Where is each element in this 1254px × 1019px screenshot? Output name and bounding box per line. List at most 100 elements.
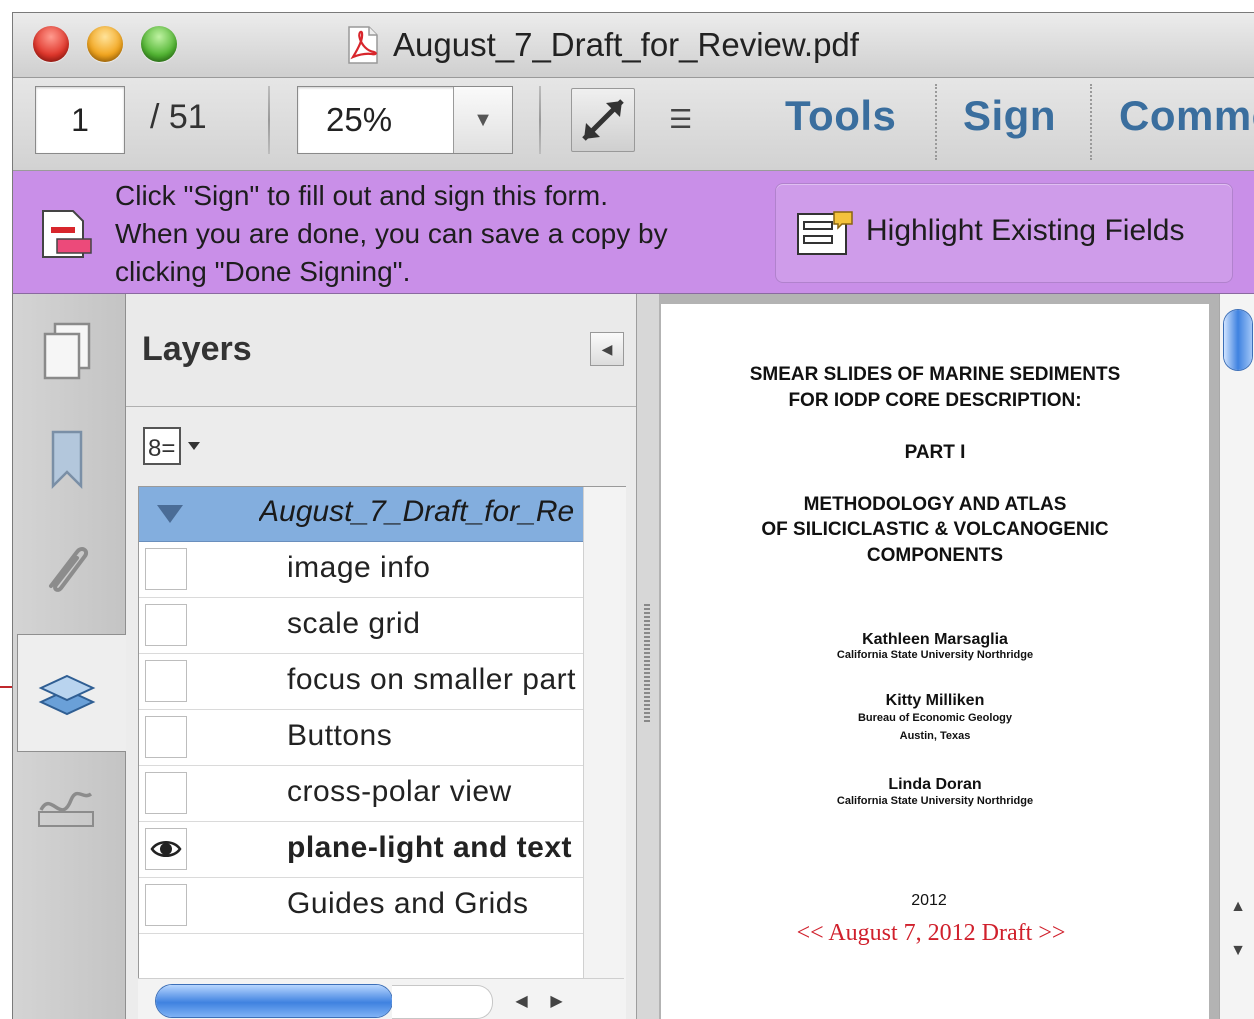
horizontal-scroll-track[interactable] [392, 985, 493, 1019]
sign-instructions-line: clicking "Done Signing". [115, 256, 411, 287]
toolbar-divider [1090, 84, 1092, 160]
layer-visibility-toggle[interactable] [145, 828, 187, 870]
layer-label: cross-polar view [287, 775, 512, 808]
sign-instructions: Click "Sign" to fill out and sign this f… [115, 177, 668, 291]
toolbar-overflow-icon[interactable]: ☰ [669, 104, 692, 135]
layers-panel-title: Layers [142, 330, 252, 368]
layer-visibility-toggle[interactable] [145, 548, 187, 590]
toolbar-divider [539, 86, 541, 154]
horizontal-scroll-thumb[interactable] [156, 985, 392, 1017]
author-name: Kathleen Marsaglia [862, 631, 1008, 648]
layer-row[interactable]: Buttons [139, 710, 583, 766]
window-title: August_7_Draft_for_Review.pdf [343, 23, 859, 67]
chevron-down-icon[interactable]: ▼ [453, 87, 512, 153]
layer-visibility-toggle[interactable] [145, 660, 187, 702]
eye-icon [150, 841, 182, 857]
document-subtitle-line: OF SILICICLASTIC & VOLCANOGENIC [761, 519, 1109, 540]
main-toolbar: 1 / 51 25% ▼ ☰ Tools Sign Comme [13, 78, 1254, 171]
layer-row[interactable]: image info [139, 542, 583, 598]
title-bar: August_7_Draft_for_Review.pdf [13, 13, 1254, 78]
layers-vertical-scrollbar[interactable] [583, 487, 626, 1019]
layer-visibility-toggle[interactable] [145, 604, 187, 646]
document-part: PART I [904, 442, 966, 463]
author-affiliation: Bureau of Economic Geology [857, 712, 1013, 724]
highlight-fields-icon [797, 211, 853, 255]
zoom-select[interactable]: 25% ▼ [297, 86, 513, 154]
layer-label: Buttons [287, 719, 393, 752]
layer-row[interactable]: focus on smaller part [139, 654, 583, 710]
sign-form-message-bar: Click "Sign" to fill out and sign this f… [13, 171, 1254, 294]
layers-list: August_7_Draft_for_Re image info scale g… [138, 486, 626, 1019]
document-vertical-scrollbar[interactable]: ▲ ▼ [1219, 294, 1254, 1019]
layer-visibility-toggle[interactable] [145, 716, 187, 758]
document-view: SMEAR SLIDES OF MARINE SEDIMENTS FOR IOD… [659, 294, 1219, 1019]
page-number-input[interactable]: 1 [35, 86, 125, 154]
layer-root-row[interactable]: August_7_Draft_for_Re [139, 487, 583, 542]
page-thumbnails-icon[interactable] [31, 316, 103, 388]
navigation-pane-strip [13, 294, 127, 1019]
document-subtitle-line: METHODOLOGY AND ATLAS [803, 494, 1067, 515]
window-title-text: August_7_Draft_for_Review.pdf [393, 26, 859, 63]
highlight-fields-button[interactable]: Highlight Existing Fields [775, 183, 1233, 283]
minimize-window-button[interactable] [87, 26, 123, 62]
tools-button[interactable]: Tools [785, 92, 896, 140]
layer-row[interactable]: cross-polar view [139, 766, 583, 822]
layer-visibility-toggle[interactable] [145, 884, 187, 926]
svg-text:8=: 8= [148, 435, 175, 462]
layers-icon[interactable] [31, 656, 103, 728]
scroll-up-icon[interactable]: ▲ [1224, 898, 1252, 930]
page-total: / 51 [150, 98, 207, 136]
layer-label: focus on smaller part [287, 663, 576, 696]
sign-instructions-line: When you are done, you can save a copy b… [115, 218, 668, 249]
author-affiliation: California State University Northridge [836, 649, 1034, 661]
pdf-reader-window: August_7_Draft_for_Review.pdf 1 / 51 25%… [12, 12, 1254, 1019]
full-screen-button[interactable] [571, 88, 635, 152]
author-name: Kitty Milliken [885, 692, 985, 709]
layer-row[interactable]: plane-light and text [139, 822, 583, 878]
comment-button[interactable]: Comme [1119, 92, 1254, 140]
document-title-line: SMEAR SLIDES OF MARINE SEDIMENTS [749, 364, 1121, 385]
author-location: Austin, Texas [899, 730, 971, 742]
pdf-page: SMEAR SLIDES OF MARINE SEDIMENTS FOR IOD… [661, 304, 1209, 1019]
sign-instructions-line: Click "Sign" to fill out and sign this f… [115, 180, 608, 211]
layer-label: image info [287, 551, 431, 584]
splitter-grip[interactable] [644, 604, 650, 724]
layer-row[interactable]: Guides and Grids [139, 878, 583, 934]
scroll-right-icon[interactable]: ▶ [550, 991, 562, 1011]
scroll-left-icon[interactable]: ◀ [515, 991, 527, 1011]
layer-root-label: August_7_Draft_for_Re [259, 495, 575, 528]
toolbar-divider [268, 86, 270, 154]
attachment-paperclip-icon[interactable] [31, 534, 103, 606]
layer-row[interactable]: scale grid [139, 598, 583, 654]
layer-label: scale grid [287, 607, 421, 640]
vertical-scroll-thumb[interactable] [1224, 310, 1252, 370]
layer-label: plane-light and text [287, 831, 573, 864]
collapse-panel-button[interactable]: ◀ [590, 332, 624, 366]
zoom-value: 25% [326, 101, 393, 138]
author-affiliation: California State University Northridge [836, 795, 1034, 807]
signatures-icon[interactable] [31, 770, 103, 842]
zoom-window-button[interactable] [141, 26, 177, 62]
layer-label: Guides and Grids [287, 887, 529, 920]
expand-arrows-icon [582, 99, 624, 141]
layers-horizontal-scrollbar[interactable]: ◀ ▶ [138, 978, 624, 1019]
document-subtitle-line: COMPONENTS [866, 545, 1004, 566]
document-title-line: FOR IODP CORE DESCRIPTION: [788, 390, 1082, 411]
close-window-button[interactable] [33, 26, 69, 62]
layers-panel: Layers ◀ 8= August_7_Draft_for_Re image … [126, 294, 636, 1019]
scroll-arrows[interactable]: ◀ ▶ [504, 985, 574, 1017]
author-name: Linda Doran [888, 776, 982, 793]
layers-panel-header: Layers ◀ [126, 294, 636, 407]
form-icon [42, 210, 92, 258]
pane-splitter[interactable] [636, 294, 660, 1019]
document-year: 2012 [911, 892, 947, 909]
toolbar-divider [935, 84, 937, 160]
sign-button[interactable]: Sign [963, 92, 1056, 140]
highlight-fields-label: Highlight Existing Fields [866, 214, 1185, 247]
bookmark-icon[interactable] [31, 422, 103, 494]
pdf-document-icon [348, 26, 378, 64]
scroll-down-icon[interactable]: ▼ [1224, 942, 1252, 974]
layer-options-icon[interactable]: 8= [142, 426, 204, 466]
layer-visibility-toggle[interactable] [145, 772, 187, 814]
disclosure-triangle-icon[interactable] [157, 505, 183, 523]
